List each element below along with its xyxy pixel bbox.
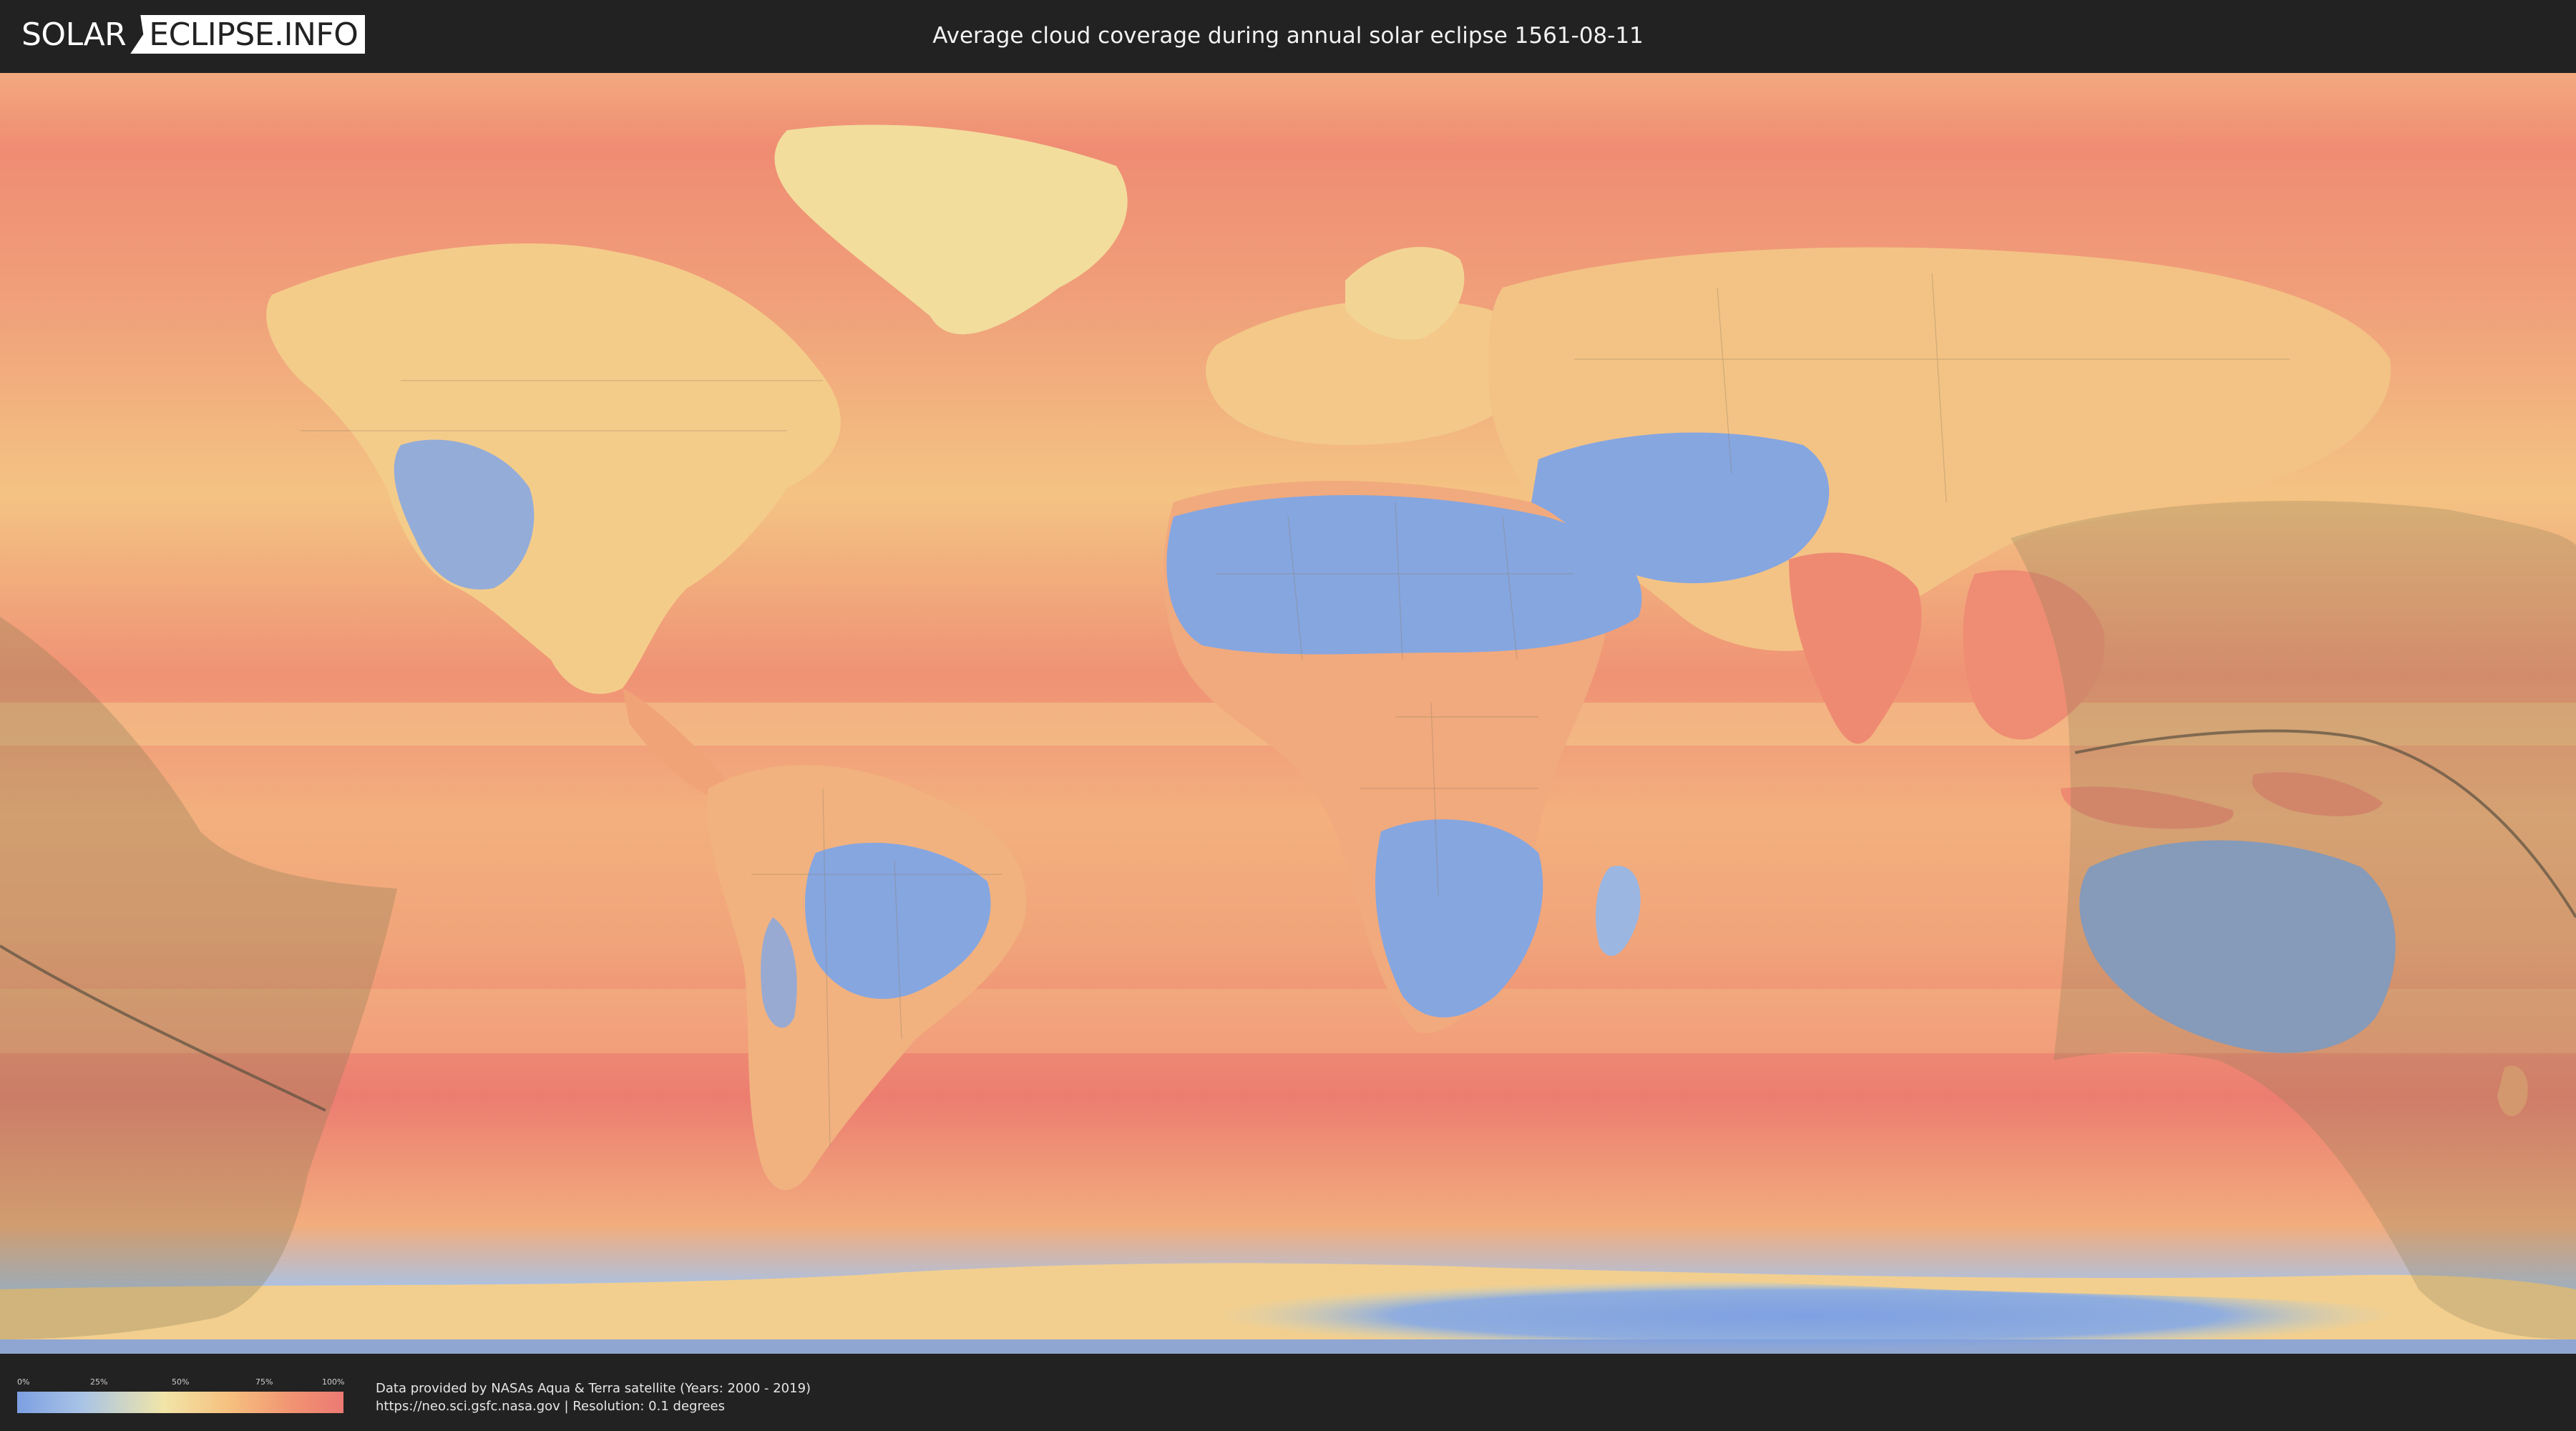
legend-tick-50: 50% [172,1377,190,1387]
legend-color-bar [17,1392,343,1413]
legend-tick-75: 75% [255,1377,273,1387]
credits-line-1: Data provided by NASAs Aqua & Terra sate… [376,1381,811,1396]
legend-ticks: 0% 25% 50% 75% 100% [17,1377,345,1389]
world-map-svg [0,73,2576,1354]
footer-bar: 0% 25% 50% 75% 100% Data provided by NAS… [0,1356,2576,1431]
data-credits: Data provided by NASAs Aqua & Terra sate… [376,1379,811,1415]
header-bar: SOLAR ECLIPSE.INFO Average cloud coverag… [0,0,2576,72]
cloud-coverage-legend: 0% 25% 50% 75% 100% [17,1377,345,1420]
legend-tick-25: 25% [90,1377,108,1387]
cloud-coverage-map[interactable] [0,73,2576,1354]
credits-line-2: https://neo.sci.gsfc.nasa.gov | Resoluti… [376,1399,725,1414]
page-title: Average cloud coverage during annual sol… [932,23,1644,49]
legend-tick-100: 100% [322,1377,345,1387]
legend-tick-0: 0% [17,1377,30,1387]
